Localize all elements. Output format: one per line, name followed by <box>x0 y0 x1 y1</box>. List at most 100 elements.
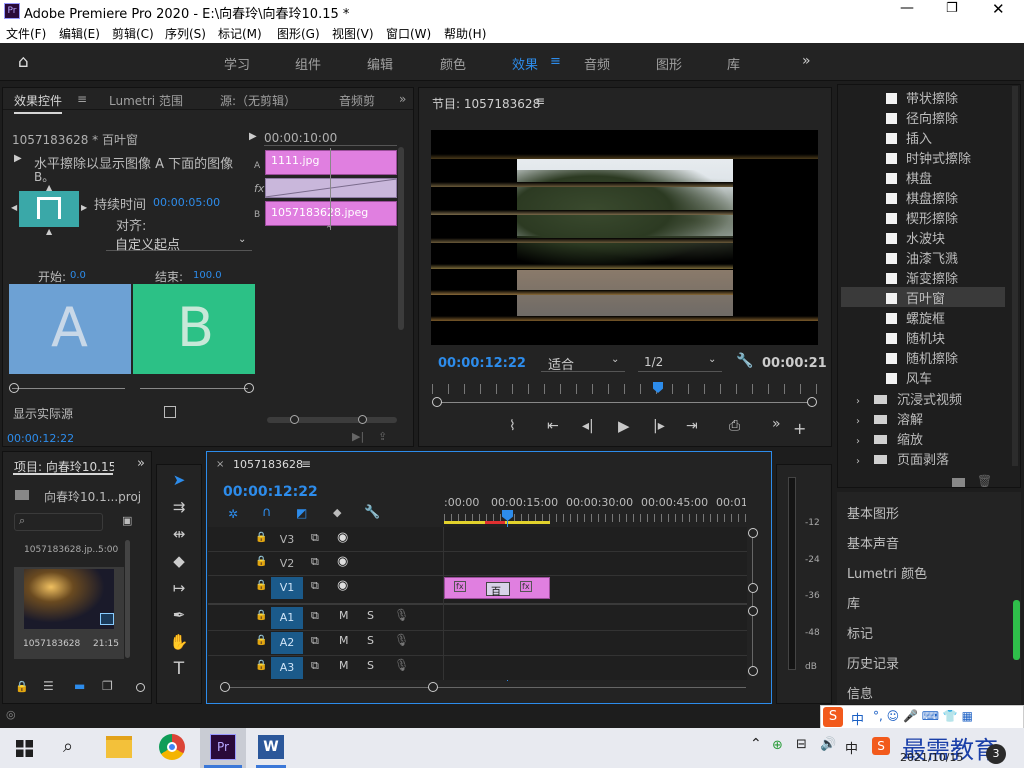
mute-button[interactable]: M <box>339 659 349 672</box>
lock-icon[interactable]: 🔒 <box>255 556 267 567</box>
track-header-v1[interactable]: 🔒 V1 ⧉ ◉ <box>208 575 444 599</box>
start-slider-handle[interactable] <box>9 383 19 393</box>
freeform-view-icon[interactable]: ❐ <box>102 679 113 693</box>
ec-scroll-right-handle[interactable] <box>358 415 367 424</box>
mute-button[interactable]: M <box>339 609 349 622</box>
timeline-menu-icon[interactable]: ≡ <box>301 457 311 471</box>
windows-start-icon[interactable] <box>16 740 33 757</box>
timeline-v-handle[interactable] <box>748 583 758 593</box>
workspace-assembly[interactable]: 组件 <box>295 54 321 73</box>
toggle-sync-icon[interactable]: ⧉ <box>311 659 319 673</box>
timeline-h-handle[interactable] <box>220 682 230 692</box>
mark-in-icon[interactable]: ⌇ <box>509 418 516 434</box>
panel-essential-graphics[interactable]: 基本图形 <box>847 503 899 522</box>
ec-playhead[interactable] <box>330 148 331 230</box>
selection-tool-icon[interactable]: ➤ <box>168 469 190 491</box>
ec-scroll-left-handle[interactable] <box>290 415 299 424</box>
resolution-dropdown[interactable]: 1/2 ⌄ <box>638 353 722 372</box>
program-zoom-bar[interactable] <box>437 402 812 403</box>
panel-lumetri-color[interactable]: Lumetri 颜色 <box>847 563 927 582</box>
ec-vertical-scrollbar[interactable] <box>398 147 404 330</box>
timeline-timecode[interactable]: 00:00:12:22 <box>223 484 318 500</box>
track-header-a3[interactable]: 🔒 A3 ⧉ M S 🎙 <box>208 655 444 679</box>
add-button-icon[interactable]: + <box>793 419 806 438</box>
workspace-audio[interactable]: 音频 <box>584 54 610 73</box>
toggle-sync-icon[interactable]: ⧉ <box>311 609 319 623</box>
effect-item[interactable]: 棋盘擦除 <box>886 188 958 208</box>
more-tabs-icon[interactable]: » <box>399 92 406 106</box>
timeline-v-handle[interactable] <box>748 606 758 616</box>
timeline-v-handle[interactable] <box>748 528 758 538</box>
step-back-icon[interactable]: ◂| <box>582 418 594 434</box>
menu-sequence[interactable]: 序列(S) <box>165 25 206 42</box>
effect-item[interactable]: 时钟式擦除 <box>886 148 971 168</box>
transition-preview-thumbnail[interactable] <box>19 191 79 227</box>
premiere-taskbar-icon[interactable]: Pr <box>210 734 236 760</box>
effect-item[interactable]: 随机块 <box>886 328 945 348</box>
maximize-button[interactable]: ❐ <box>946 1 958 16</box>
tray-language[interactable]: 中 <box>845 738 858 757</box>
effect-item[interactable]: 带状擦除 <box>886 88 958 108</box>
add-marker-icon[interactable]: ◆ <box>333 506 341 519</box>
search-in-bin-icon[interactable]: ▣ <box>122 514 132 527</box>
eye-icon[interactable]: ◉ <box>337 578 348 593</box>
show-actual-checkbox[interactable] <box>164 406 176 418</box>
ec-current-time[interactable]: 00:00:12:22 <box>7 432 74 445</box>
effect-item[interactable]: 楔形擦除 <box>886 208 958 228</box>
tab-lumetri-scopes[interactable]: Lumetri 范围 <box>109 92 183 109</box>
nest-icon[interactable]: ✲ <box>228 507 238 521</box>
lock-icon[interactable]: 🔒 <box>255 635 267 646</box>
slip-tool-icon[interactable]: ↦ <box>168 577 190 599</box>
timeline-h-handle[interactable] <box>428 682 438 692</box>
play-icon[interactable]: ▶ <box>618 417 630 435</box>
ec-horizontal-scrollbar[interactable] <box>267 417 397 423</box>
workspace-effects[interactable]: 效果 <box>512 54 538 73</box>
ripple-edit-tool-icon[interactable]: ⇹ <box>168 523 190 545</box>
file-explorer-icon[interactable] <box>106 736 132 758</box>
list-view-icon[interactable]: ☰ <box>43 679 54 693</box>
step-forward-icon[interactable]: |▸ <box>653 418 665 434</box>
panel-markers[interactable]: 标记 <box>847 623 873 642</box>
ec-play-transition-icon[interactable]: ▶ <box>14 153 22 164</box>
icon-view-icon[interactable]: ▬ <box>74 679 85 693</box>
eye-icon[interactable]: ◉ <box>337 530 348 545</box>
tray-sogou-icon[interactable]: S <box>872 737 890 755</box>
workspace-editing[interactable]: 编辑 <box>367 54 393 73</box>
zoom-slider-handle[interactable] <box>136 683 145 692</box>
ec-expand-icon[interactable]: ▶ <box>249 131 257 142</box>
eye-icon[interactable]: ◉ <box>337 554 348 569</box>
go-to-out-icon[interactable]: ⇥ <box>686 418 698 434</box>
effect-folder[interactable]: › 页面剥落 <box>856 449 949 469</box>
lock-icon[interactable]: 🔒 <box>255 610 267 621</box>
right-panels-scrollbar[interactable] <box>1013 600 1020 660</box>
timeline-vertical-scrollbar[interactable] <box>752 533 753 673</box>
start-value[interactable]: 0.0 <box>70 270 86 281</box>
toggle-sync-icon[interactable]: ⧉ <box>311 634 319 648</box>
effect-item[interactable]: 径向擦除 <box>886 108 958 128</box>
razor-tool-icon[interactable]: ◆ <box>168 550 190 572</box>
menu-graphics[interactable]: 图形(G) <box>277 25 320 42</box>
fit-dropdown[interactable]: 适合 ⌄ <box>541 353 625 373</box>
track-header-a1[interactable]: 🔒 A1 ⧉ M S 🎙 <box>208 605 444 629</box>
ec-export-icon[interactable]: ⇪ <box>378 430 387 443</box>
track-header-v3[interactable]: 🔒 V3 ⧉ ◉ <box>208 527 444 551</box>
program-zoom-left-handle[interactable] <box>432 397 442 407</box>
lock-icon[interactable]: 🔒 <box>255 580 267 591</box>
timeline-close-icon[interactable]: × <box>216 459 224 470</box>
clip-b-bar[interactable]: 1057183628.jpeg <box>265 201 397 226</box>
effect-folder[interactable]: › 缩放 <box>856 429 923 449</box>
tab-effect-controls[interactable]: 效果控件 <box>14 92 63 114</box>
align-dropdown[interactable]: 自定义起点 ⌄ <box>106 233 252 253</box>
hand-tool-icon[interactable]: ✋ <box>168 631 190 653</box>
solo-button[interactable]: S <box>367 609 374 622</box>
program-zoom-right-handle[interactable] <box>807 397 817 407</box>
menu-marker[interactable]: 标记(M) <box>218 25 262 42</box>
effect-item[interactable]: 风车 <box>886 368 932 388</box>
lock-icon[interactable]: 🔒 <box>255 660 267 671</box>
ec-left-arrow-icon[interactable]: ◀ <box>11 203 17 212</box>
menu-help[interactable]: 帮助(H) <box>444 25 486 42</box>
timeline-horizontal-scrollbar[interactable] <box>224 687 746 688</box>
ime-mode[interactable]: 中 <box>851 709 864 728</box>
tray-chevron-up-icon[interactable]: ⌃ <box>750 736 762 752</box>
close-button[interactable]: ✕ <box>992 0 1005 18</box>
